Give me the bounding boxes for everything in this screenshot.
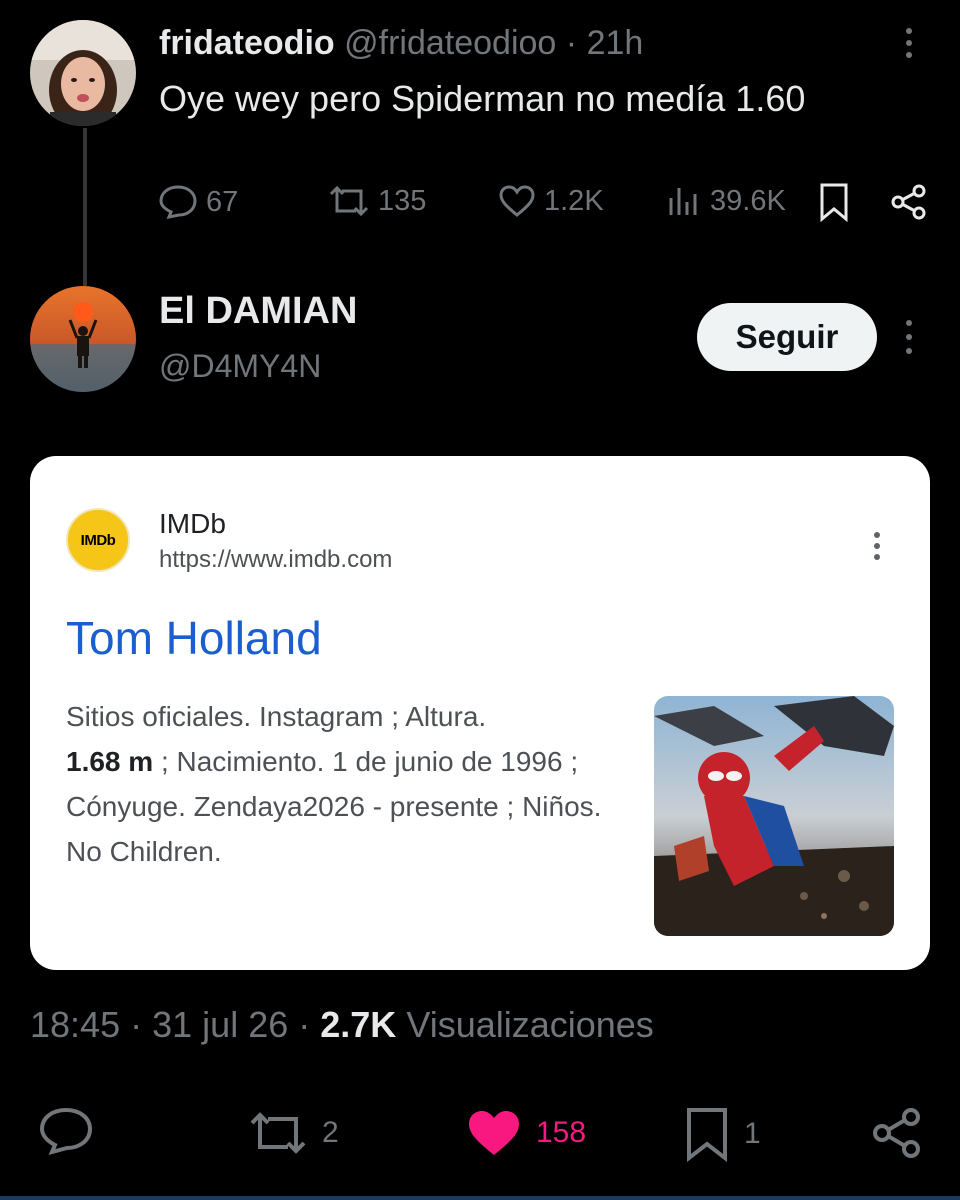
tweet-time[interactable]: 18:45 [30, 1004, 120, 1045]
display-name[interactable]: El DAMIAN [159, 290, 357, 333]
header-separator: · [565, 24, 578, 62]
bookmark-icon [820, 183, 848, 222]
compose-bar-edge [0, 1196, 960, 1200]
views-button[interactable]: 39.6K [666, 184, 786, 218]
retweet-icon [329, 185, 369, 217]
result-title[interactable]: Tom Holland [66, 611, 322, 665]
retweet-button[interactable]: 135 [328, 184, 426, 218]
more-options-icon[interactable] [906, 320, 914, 354]
reply-icon [39, 1107, 93, 1155]
avatar-photo [30, 20, 136, 126]
share-icon [873, 1108, 920, 1158]
retweet-count: 135 [378, 184, 427, 217]
like-button[interactable]: 1.2K [498, 184, 604, 218]
reply-button[interactable] [38, 1106, 94, 1156]
snippet-height: 1.68 m [66, 746, 154, 777]
avatar-photo [30, 286, 136, 392]
thread-line [83, 128, 87, 286]
result-snippet: Sitios oficiales. Instagram ; Altura. 1.6… [66, 694, 606, 874]
views-label[interactable]: Visualizaciones [406, 1004, 653, 1045]
tweet-meta: 18:45 · 31 jul 26 · 2.7K Visualizaciones [30, 1004, 654, 1046]
tweet-text: Oye wey pero Spiderman no medía 1.60 [159, 78, 806, 119]
bookmark-count: 1 [744, 1117, 761, 1150]
result-options-icon[interactable] [874, 532, 882, 560]
bookmark-icon [687, 1108, 727, 1162]
bookmark-button[interactable]: 1 [684, 1106, 761, 1162]
retweet-button[interactable]: 2 [248, 1110, 339, 1156]
embedded-search-result[interactable]: IMDb IMDb https://www.imdb.com Tom Holla… [30, 456, 930, 970]
share-button[interactable] [890, 184, 928, 220]
site-name: IMDb [159, 508, 226, 539]
imdb-logo: IMDb [66, 508, 130, 572]
site-url[interactable]: https://www.imdb.com [159, 546, 392, 574]
meta-separator: · [130, 1004, 143, 1045]
like-button[interactable]: 158 [466, 1108, 586, 1158]
reply-count: 67 [206, 185, 239, 218]
reply-button[interactable]: 67 [158, 184, 238, 220]
reply-icon [159, 185, 197, 220]
like-count: 158 [536, 1116, 587, 1149]
views-count[interactable]: 2.7K [320, 1004, 396, 1045]
analytics-icon [669, 188, 697, 215]
tweet-actions: 67 135 1.2K 39.6K [158, 176, 938, 226]
follow-button[interactable]: Seguir [697, 303, 877, 371]
tweet-date[interactable]: 31 jul 26 [152, 1004, 288, 1045]
display-name[interactable]: fridateodio [159, 24, 335, 62]
user-handle[interactable]: @D4MY4N [159, 348, 321, 385]
like-count: 1.2K [544, 184, 604, 217]
result-thumbnail[interactable] [654, 696, 894, 936]
meta-separator: · [298, 1004, 311, 1045]
avatar-el-damian[interactable] [30, 286, 136, 392]
more-options-icon[interactable] [906, 28, 914, 58]
share-button[interactable] [870, 1106, 924, 1160]
retweet-icon [250, 1112, 306, 1154]
avatar-fridateodio[interactable] [30, 20, 136, 126]
heart-filled-icon [469, 1111, 519, 1155]
heart-icon [499, 185, 535, 217]
snippet-text: Sitios oficiales. Instagram ; Altura. [66, 701, 487, 732]
spiderman-poster-image [654, 696, 894, 936]
retweet-count: 2 [322, 1116, 339, 1149]
views-count: 39.6K [710, 184, 786, 217]
tweet-header: fridateodio @fridateodioo · 21h [159, 24, 643, 63]
bookmark-button[interactable] [818, 182, 850, 222]
share-icon [891, 184, 926, 220]
reply-tweet-actions: 2 158 1 [0, 1100, 960, 1170]
user-handle[interactable]: @fridateodioo [344, 24, 556, 62]
tweet-time[interactable]: 21h [587, 24, 644, 62]
